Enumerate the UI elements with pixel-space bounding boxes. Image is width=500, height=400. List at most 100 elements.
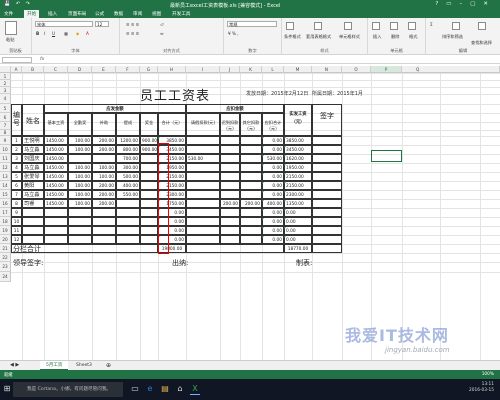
cell-name[interactable]: [22, 208, 44, 217]
quick-access-toolbar[interactable]: 💾 ↶ ↷: [4, 1, 32, 7]
row-header[interactable]: 9: [0, 136, 11, 145]
cell-no[interactable]: 12: [11, 235, 22, 244]
tab-page-layout[interactable]: 页面布局: [68, 11, 86, 17]
cell-c4[interactable]: 400.00: [116, 181, 140, 190]
cell-name[interactable]: 刘国庆: [22, 154, 44, 163]
cell-sign[interactable]: [312, 154, 342, 163]
cell-d1[interactable]: 530.00: [186, 154, 220, 163]
row-header[interactable]: 16: [0, 199, 11, 208]
cell-sign[interactable]: [312, 136, 342, 145]
cell-d2[interactable]: [220, 136, 240, 145]
cell-actual[interactable]: 0.00: [284, 226, 312, 235]
cell-sign[interactable]: [312, 145, 342, 154]
cell-d1[interactable]: [186, 199, 220, 208]
cell-c5[interactable]: [140, 181, 158, 190]
cell-dtotal[interactable]: 0.00: [262, 208, 284, 217]
cell-actual[interactable]: 1350.00: [284, 199, 312, 208]
tab-home[interactable]: 开始: [24, 10, 40, 18]
cell-c5[interactable]: [140, 217, 158, 226]
paste-button[interactable]: [5, 21, 17, 35]
cell-c1[interactable]: [44, 208, 68, 217]
tab-data[interactable]: 数据: [114, 11, 123, 17]
cell-d2[interactable]: [220, 217, 240, 226]
row-header[interactable]: 23: [0, 262, 11, 272]
sheet-tab-may[interactable]: 5月工资: [40, 361, 69, 370]
row-header[interactable]: 5: [0, 104, 11, 113]
cell-sign[interactable]: [312, 208, 342, 217]
cell-d3[interactable]: [240, 145, 262, 154]
cell-c5[interactable]: [140, 172, 158, 181]
cell-d2[interactable]: [220, 208, 240, 217]
cell-c5[interactable]: [140, 154, 158, 163]
conditional-format-button[interactable]: [286, 22, 294, 30]
cell-no[interactable]: 11: [11, 226, 22, 235]
cell-sign[interactable]: [312, 217, 342, 226]
cell-d1[interactable]: [186, 172, 220, 181]
cell-dtotal[interactable]: 400.00: [262, 199, 284, 208]
store-icon[interactable]: ⌂: [175, 383, 185, 395]
cell-c3[interactable]: 200.00: [92, 145, 116, 154]
cell-c2[interactable]: 100.00: [68, 163, 92, 172]
font-color-icon[interactable]: A: [86, 31, 89, 36]
cell-dtotal[interactable]: 0.00: [262, 226, 284, 235]
tab-formulas[interactable]: 公式: [95, 11, 104, 17]
cell-c3[interactable]: [92, 154, 116, 163]
cell-d2[interactable]: [220, 235, 240, 244]
cell-c1[interactable]: 1450.00: [44, 145, 68, 154]
row-header[interactable]: 18: [0, 217, 11, 226]
cell-d1[interactable]: [186, 217, 220, 226]
cell-c5[interactable]: [140, 226, 158, 235]
cell-name[interactable]: 黄阳: [22, 181, 44, 190]
cell-d3[interactable]: [240, 235, 262, 244]
sheet-nav-icon[interactable]: ◀ ▶: [4, 361, 25, 370]
row-header[interactable]: 19: [0, 226, 11, 235]
row-header[interactable]: 10: [0, 145, 11, 154]
row-header[interactable]: 3: [0, 87, 11, 94]
cell-c2[interactable]: 100.00: [68, 181, 92, 190]
maximize-icon[interactable]: ▢: [470, 1, 483, 7]
cell-c1[interactable]: 1450.00: [44, 190, 68, 199]
cell-d2[interactable]: [220, 190, 240, 199]
cell-c2[interactable]: [68, 217, 92, 226]
merge-center-icon[interactable]: ⇔: [160, 31, 164, 36]
insert-button[interactable]: [372, 22, 380, 30]
cell-c1[interactable]: [44, 235, 68, 244]
cell-c3[interactable]: 200.00: [92, 199, 116, 208]
cell-d1[interactable]: [186, 181, 220, 190]
column-header[interactable]: K: [240, 66, 262, 73]
cell-no[interactable]: 4: [11, 163, 22, 172]
file-explorer-icon[interactable]: ▤: [160, 383, 170, 395]
cell-actual[interactable]: 3850.00: [284, 136, 312, 145]
ribbon-display-icon[interactable]: ▭: [446, 1, 459, 7]
cell-no[interactable]: 3: [11, 154, 22, 163]
row-header[interactable]: 22: [0, 253, 11, 262]
cell-name[interactable]: [22, 235, 44, 244]
border-icon[interactable]: ▦: [64, 31, 68, 36]
column-header[interactable]: O: [342, 66, 371, 73]
column-header[interactable]: E: [92, 66, 116, 73]
fill-color-icon[interactable]: ◆: [76, 31, 79, 36]
select-all-corner[interactable]: [0, 66, 11, 73]
cell-d3[interactable]: 200.00: [240, 199, 262, 208]
cell-d2[interactable]: [220, 181, 240, 190]
column-header[interactable]: D: [68, 66, 92, 73]
cell-c2[interactable]: 100.00: [68, 136, 92, 145]
cell-c4[interactable]: [116, 208, 140, 217]
cell-sign[interactable]: [312, 163, 342, 172]
windows-start-icon[interactable]: ⊞: [2, 383, 12, 395]
cell-name[interactable]: [22, 226, 44, 235]
cell-name[interactable]: 张爱琴: [22, 172, 44, 181]
cell-dtotal[interactable]: 0.00: [262, 145, 284, 154]
wrap-text-icon[interactable]: ⏎: [160, 22, 164, 27]
cell-dtotal[interactable]: 0.00: [262, 181, 284, 190]
column-header[interactable]: H: [158, 66, 186, 73]
cell-c3[interactable]: 100.00: [92, 172, 116, 181]
font-name-select[interactable]: 宋体: [35, 21, 93, 27]
cell-no[interactable]: 8: [11, 199, 22, 208]
cell-no[interactable]: 2: [11, 145, 22, 154]
cell-name[interactable]: [22, 217, 44, 226]
row-header[interactable]: 21: [0, 244, 11, 253]
cell-sign[interactable]: [312, 199, 342, 208]
cell-no[interactable]: 5: [11, 172, 22, 181]
cell-sign[interactable]: [312, 181, 342, 190]
